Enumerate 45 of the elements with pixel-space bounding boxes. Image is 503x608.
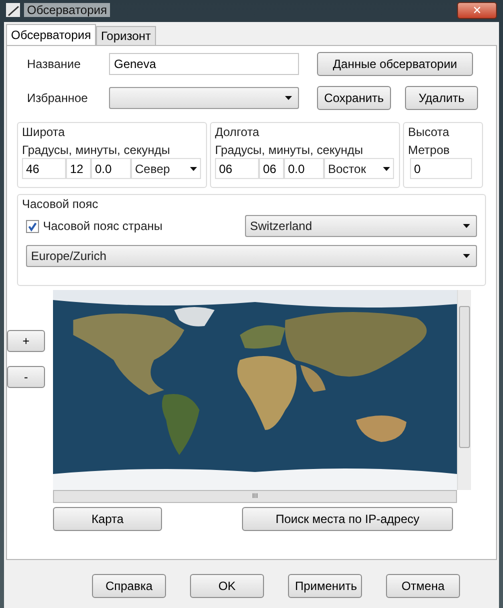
map-button[interactable]: Карта <box>53 507 162 531</box>
delete-button[interactable]: Удалить <box>405 86 478 110</box>
name-field[interactable]: Geneva <box>109 53 299 75</box>
app-icon <box>6 3 20 17</box>
tab[interactable]: Горизонт <box>96 26 156 45</box>
checkbox[interactable] <box>26 220 39 232</box>
favorites-label: Избранное <box>26 91 89 105</box>
footer-button[interactable]: Справка <box>92 574 166 598</box>
group-title: Широта <box>22 125 66 139</box>
direction-dropdown[interactable]: Восток <box>324 158 394 179</box>
altitude-field[interactable]: 0 <box>410 158 472 179</box>
group-title: Высота <box>408 125 450 139</box>
footer-button[interactable]: OK <box>190 574 264 598</box>
tab[interactable]: Обсерватория <box>6 24 96 45</box>
country-dropdown[interactable]: Switzerland <box>245 215 477 237</box>
vertical-scrollbar[interactable] <box>457 290 471 490</box>
direction-dropdown[interactable]: Север <box>131 158 201 179</box>
checkbox-label: Часовой пояс страны <box>43 219 163 233</box>
ip-search-button[interactable]: Поиск места по IP-адресу <box>242 507 453 531</box>
observatory-data-button[interactable]: Данные обсерватории <box>317 52 473 76</box>
favorites-dropdown[interactable] <box>109 87 299 109</box>
field-hint: Градусы, минуты, секунды <box>22 143 172 157</box>
footer-button[interactable]: Отмена <box>386 574 460 598</box>
field-hint: Метров <box>408 143 451 157</box>
group-title: Долгота <box>215 125 260 139</box>
caret-icon <box>285 96 292 100</box>
name-label: Название <box>26 57 82 71</box>
zoom-in-button[interactable]: + <box>7 330 45 352</box>
caret-icon <box>190 166 197 170</box>
minutes-field[interactable]: 12 <box>66 158 91 179</box>
zoom-out-button[interactable]: - <box>7 366 45 388</box>
footer-button[interactable]: Применить <box>288 574 362 598</box>
caret-icon <box>463 224 470 228</box>
minutes-field[interactable]: 06 <box>259 158 284 179</box>
caret-icon <box>383 166 390 170</box>
degrees-field[interactable]: 06 <box>215 158 259 179</box>
save-button[interactable]: Сохранить <box>317 86 391 110</box>
seconds-field[interactable]: 0.0 <box>91 158 131 179</box>
degrees-field[interactable]: 46 <box>22 158 66 179</box>
timezone-dropdown[interactable]: Europe/Zurich <box>26 245 477 267</box>
group-title: Часовой пояс <box>22 197 100 211</box>
seconds-field[interactable]: 0.0 <box>284 158 324 179</box>
window-title: Обсерватория <box>24 3 110 17</box>
field-hint: Градусы, минуты, секунды <box>215 143 364 157</box>
caret-icon <box>463 254 470 258</box>
